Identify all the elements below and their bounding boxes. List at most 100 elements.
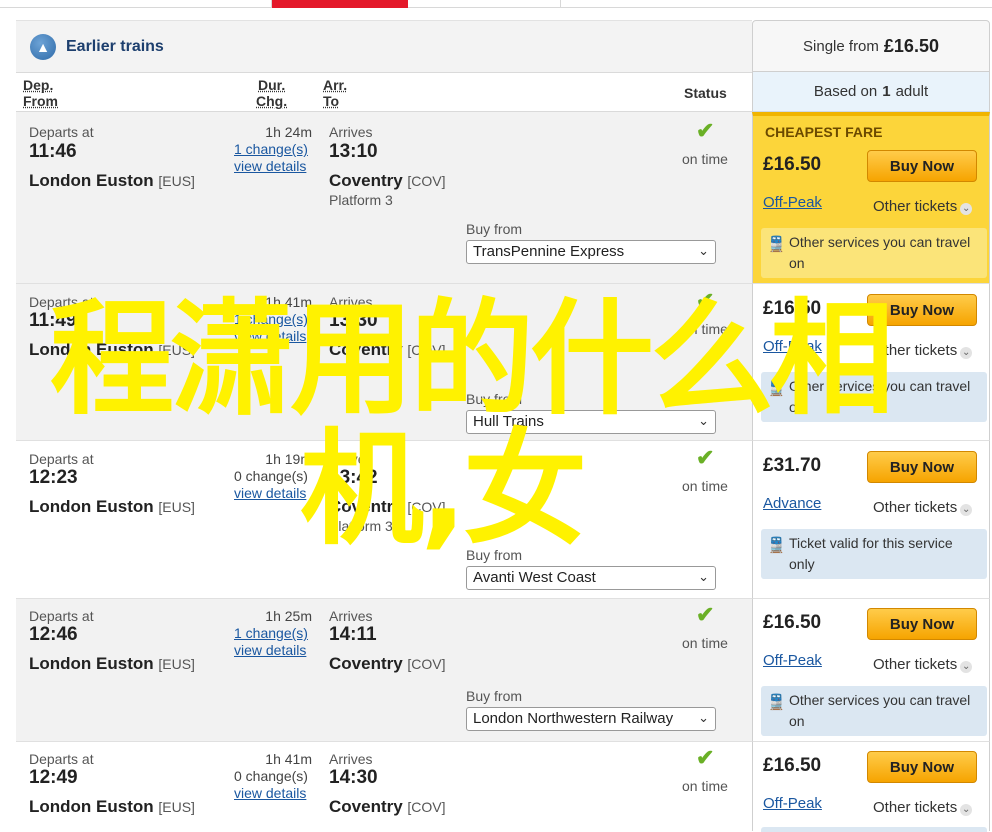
col-status: Status xyxy=(684,85,727,101)
arrives-label: Arrives xyxy=(329,451,373,467)
fare-type-link[interactable]: Off-Peak xyxy=(763,338,822,355)
based-on-prefix: Based on xyxy=(813,83,878,100)
buy-now-button[interactable]: Buy Now xyxy=(867,150,977,182)
arrives-label: Arrives xyxy=(329,608,373,624)
status-text: on time xyxy=(682,778,728,794)
departure-time: 12:46 xyxy=(29,624,78,645)
view-details-link[interactable]: view details xyxy=(234,785,306,801)
arrives-label: Arrives xyxy=(329,751,373,767)
earlier-trains-label: Earlier trains xyxy=(66,37,164,55)
changes-link[interactable]: 1 change(s) xyxy=(234,311,308,327)
chevron-down-icon: ⌄ xyxy=(698,243,709,258)
journey-row[interactable]: Departs at 11:46 London Euston [EUS] 1h … xyxy=(16,112,752,283)
chevron-down-icon: ⌄ xyxy=(698,413,709,428)
check-icon: ✔ xyxy=(696,118,715,143)
destination-station: Coventry [COV] xyxy=(329,171,446,190)
chevron-down-icon: ⌄ xyxy=(960,804,973,816)
single-from-label: Single from xyxy=(803,37,879,55)
other-tickets-toggle[interactable]: Other tickets ⌄ xyxy=(873,198,973,215)
other-tickets-toggle[interactable]: Other tickets ⌄ xyxy=(873,799,973,816)
based-on-count: 1 xyxy=(882,83,891,100)
platform: Platform 3 xyxy=(329,518,393,534)
buy-now-button[interactable]: Buy Now xyxy=(867,451,977,483)
operator-select[interactable]: TransPennine Express ⌄ xyxy=(466,240,716,264)
departure-time: 11:49 xyxy=(29,310,77,331)
fare-note: 🚆 Ticket valid for this service only xyxy=(761,529,987,579)
destination-station: Coventry [COV] xyxy=(329,340,446,359)
col-arr[interactable]: Arr. xyxy=(323,77,347,93)
cheapest-fare-badge: CHEAPEST FARE xyxy=(765,124,883,140)
fare-panel: £31.70 Buy Now Advance Other tickets ⌄ 🚆 T… xyxy=(752,440,990,598)
destination-station: Coventry [COV] xyxy=(329,797,446,816)
train-icon: 🚆 xyxy=(767,380,786,397)
check-icon: ✔ xyxy=(696,445,715,470)
origin-station: London Euston [EUS] xyxy=(29,654,195,673)
fare-type-link[interactable]: Off-Peak xyxy=(763,795,822,812)
journey-row[interactable]: Departs at 11:49 London Euston [EUS] 1h … xyxy=(16,283,752,440)
operator-select[interactable]: London Northwestern Railway ⌄ xyxy=(466,707,716,731)
origin-station: London Euston [EUS] xyxy=(29,797,195,816)
col-dep[interactable]: Dep. xyxy=(23,77,53,93)
results-column-header: Dep. From Dur. Chg. Arr. To Status xyxy=(16,72,752,112)
journey-row[interactable]: Departs at 12:23 London Euston [EUS] 1h … xyxy=(16,440,752,598)
view-details-link[interactable]: view details xyxy=(234,642,306,658)
train-icon: 🚆 xyxy=(767,236,786,253)
fare-panel: £16.50 Buy Now Off-Peak Other tickets ⌄ 🚆… xyxy=(752,598,990,741)
fare-type-link[interactable]: Off-Peak xyxy=(763,194,822,211)
duration: 1h 19m xyxy=(265,451,312,467)
other-tickets-toggle[interactable]: Other tickets ⌄ xyxy=(873,499,973,516)
fare-price: £16.50 xyxy=(763,755,822,776)
fare-panel: £16.50 Buy Now Off-Peak Other tickets ⌄ 🚆… xyxy=(752,283,990,440)
chevron-down-icon: ⌄ xyxy=(698,710,709,725)
arrives-label: Arrives xyxy=(329,124,373,140)
departure-time: 12:49 xyxy=(29,767,78,788)
fare-type-link[interactable]: Advance xyxy=(763,495,821,512)
top-tab-left[interactable] xyxy=(16,0,272,8)
col-chg[interactable]: Chg. xyxy=(256,93,287,109)
changes-link[interactable]: 1 change(s) xyxy=(234,141,308,157)
status-text: on time xyxy=(682,151,728,167)
journey-row[interactable]: Departs at 12:46 London Euston [EUS] 1h … xyxy=(16,598,752,741)
buy-now-button[interactable]: Buy Now xyxy=(867,608,977,640)
departure-time: 12:23 xyxy=(29,467,78,488)
buy-now-button[interactable]: Buy Now xyxy=(867,751,977,783)
single-from-header: Single from £16.50 xyxy=(752,20,990,72)
view-details-link[interactable]: view details xyxy=(234,328,306,344)
changes-link[interactable]: 1 change(s) xyxy=(234,625,308,641)
operator-select[interactable]: Avanti West Coast ⌄ xyxy=(466,566,716,590)
origin-station: London Euston [EUS] xyxy=(29,171,195,190)
chevron-down-icon: ⌄ xyxy=(698,569,709,584)
view-details-link[interactable]: view details xyxy=(234,158,306,174)
platform: Platform 3 xyxy=(329,361,393,377)
col-from[interactable]: From xyxy=(23,93,58,109)
fare-price: £16.50 xyxy=(763,612,822,633)
status-text: on time xyxy=(682,478,728,494)
changes-count: 0 change(s) xyxy=(234,468,308,484)
operator-select[interactable]: Hull Trains ⌄ xyxy=(466,410,716,434)
col-dur[interactable]: Dur. xyxy=(258,77,285,93)
top-tab-bar xyxy=(0,0,992,8)
changes-count: 0 change(s) xyxy=(234,768,308,784)
check-icon: ✔ xyxy=(696,288,715,313)
journey-row[interactable]: Departs at 12:49 London Euston [EUS] 1h … xyxy=(16,741,752,831)
fare-type-link[interactable]: Off-Peak xyxy=(763,652,822,669)
chevron-down-icon: ⌄ xyxy=(960,347,973,359)
duration: 1h 24m xyxy=(265,124,312,140)
arrival-time: 14:30 xyxy=(329,767,378,788)
check-icon: ✔ xyxy=(696,602,715,627)
other-tickets-toggle[interactable]: Other tickets ⌄ xyxy=(873,656,973,673)
earlier-trains-button[interactable]: ▲ Earlier trains xyxy=(16,20,752,72)
buy-now-button[interactable]: Buy Now xyxy=(867,294,977,326)
train-icon: 🚆 xyxy=(767,537,786,554)
arrival-time: 14:11 xyxy=(329,624,377,645)
active-tab-indicator[interactable] xyxy=(272,0,408,8)
origin-station: London Euston [EUS] xyxy=(29,340,195,359)
other-tickets-toggle[interactable]: Other tickets ⌄ xyxy=(873,342,973,359)
origin-station: London Euston [EUS] xyxy=(29,497,195,516)
view-details-link[interactable]: view details xyxy=(234,485,306,501)
duration: 1h 41m xyxy=(265,294,312,310)
chevron-down-icon: ⌄ xyxy=(960,504,973,516)
based-on-header: Based on 1 adult xyxy=(752,72,990,112)
col-to[interactable]: To xyxy=(323,93,339,109)
arrival-time: 13:30 xyxy=(329,310,378,331)
